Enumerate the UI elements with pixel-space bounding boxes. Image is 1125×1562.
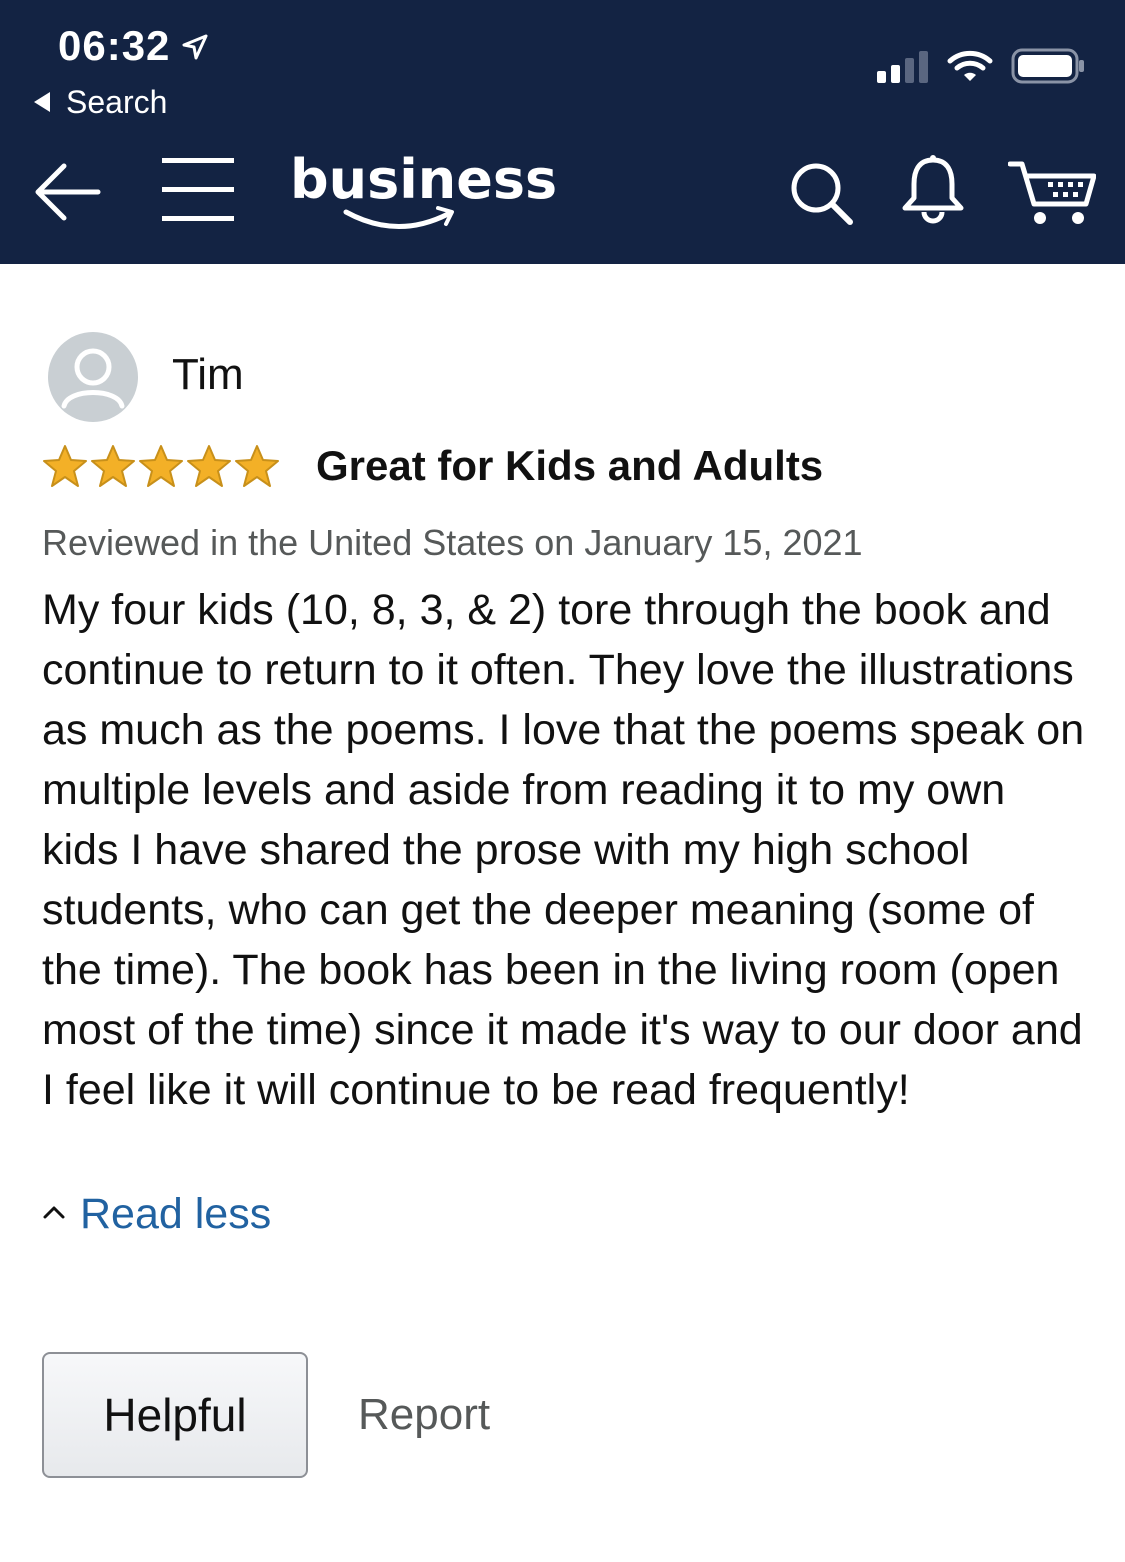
rating-row: Great for Kids and Adults: [42, 442, 823, 490]
wifi-icon: [947, 49, 993, 88]
location-arrow-icon: [182, 22, 208, 70]
review-body: My four kids (10, 8, 3, & 2) tore throug…: [42, 586, 1085, 1114]
star-icon: [187, 445, 231, 487]
helpful-button[interactable]: Helpful: [42, 1352, 308, 1478]
star-icon: [139, 445, 183, 487]
back-triangle-icon: [32, 84, 52, 121]
read-less-label: Read less: [80, 1190, 272, 1238]
review-title: Great for Kids and Adults: [316, 442, 824, 489]
star-icon: [91, 445, 135, 487]
star-icon: [43, 445, 87, 487]
app-header: 06:32 Search business: [0, 0, 1125, 264]
bell-icon[interactable]: [900, 154, 966, 229]
report-link[interactable]: Report: [358, 1390, 490, 1440]
battery-icon: [1011, 48, 1085, 89]
default-user-icon: [61, 348, 125, 409]
smile-arrow-icon: [343, 206, 454, 229]
cellular-signal-icon: [877, 49, 929, 88]
star-rating: [42, 444, 280, 488]
amazon-business-logo[interactable]: business: [290, 148, 557, 248]
avatar: [48, 332, 138, 422]
search-icon[interactable]: [788, 160, 854, 231]
reviewer-name[interactable]: Tim: [172, 350, 244, 400]
logo-wordmark: business: [290, 148, 558, 211]
chevron-up-icon: [42, 1204, 66, 1225]
read-less-link[interactable]: Read less: [42, 1190, 271, 1239]
cart-icon[interactable]: [1007, 158, 1097, 233]
status-time-text: 06:32: [58, 22, 171, 69]
nav-bar: business: [0, 140, 1125, 250]
status-indicators: [877, 48, 1085, 89]
status-time: 06:32: [58, 22, 208, 70]
review-actions: Helpful Report: [42, 1352, 490, 1478]
back-to-search[interactable]: Search: [32, 84, 167, 121]
star-icon: [235, 445, 279, 487]
back-to-search-label: Search: [66, 84, 168, 120]
review-meta: Reviewed in the United States on January…: [42, 522, 863, 563]
back-arrow-icon[interactable]: [30, 156, 102, 233]
menu-icon[interactable]: [160, 156, 236, 231]
